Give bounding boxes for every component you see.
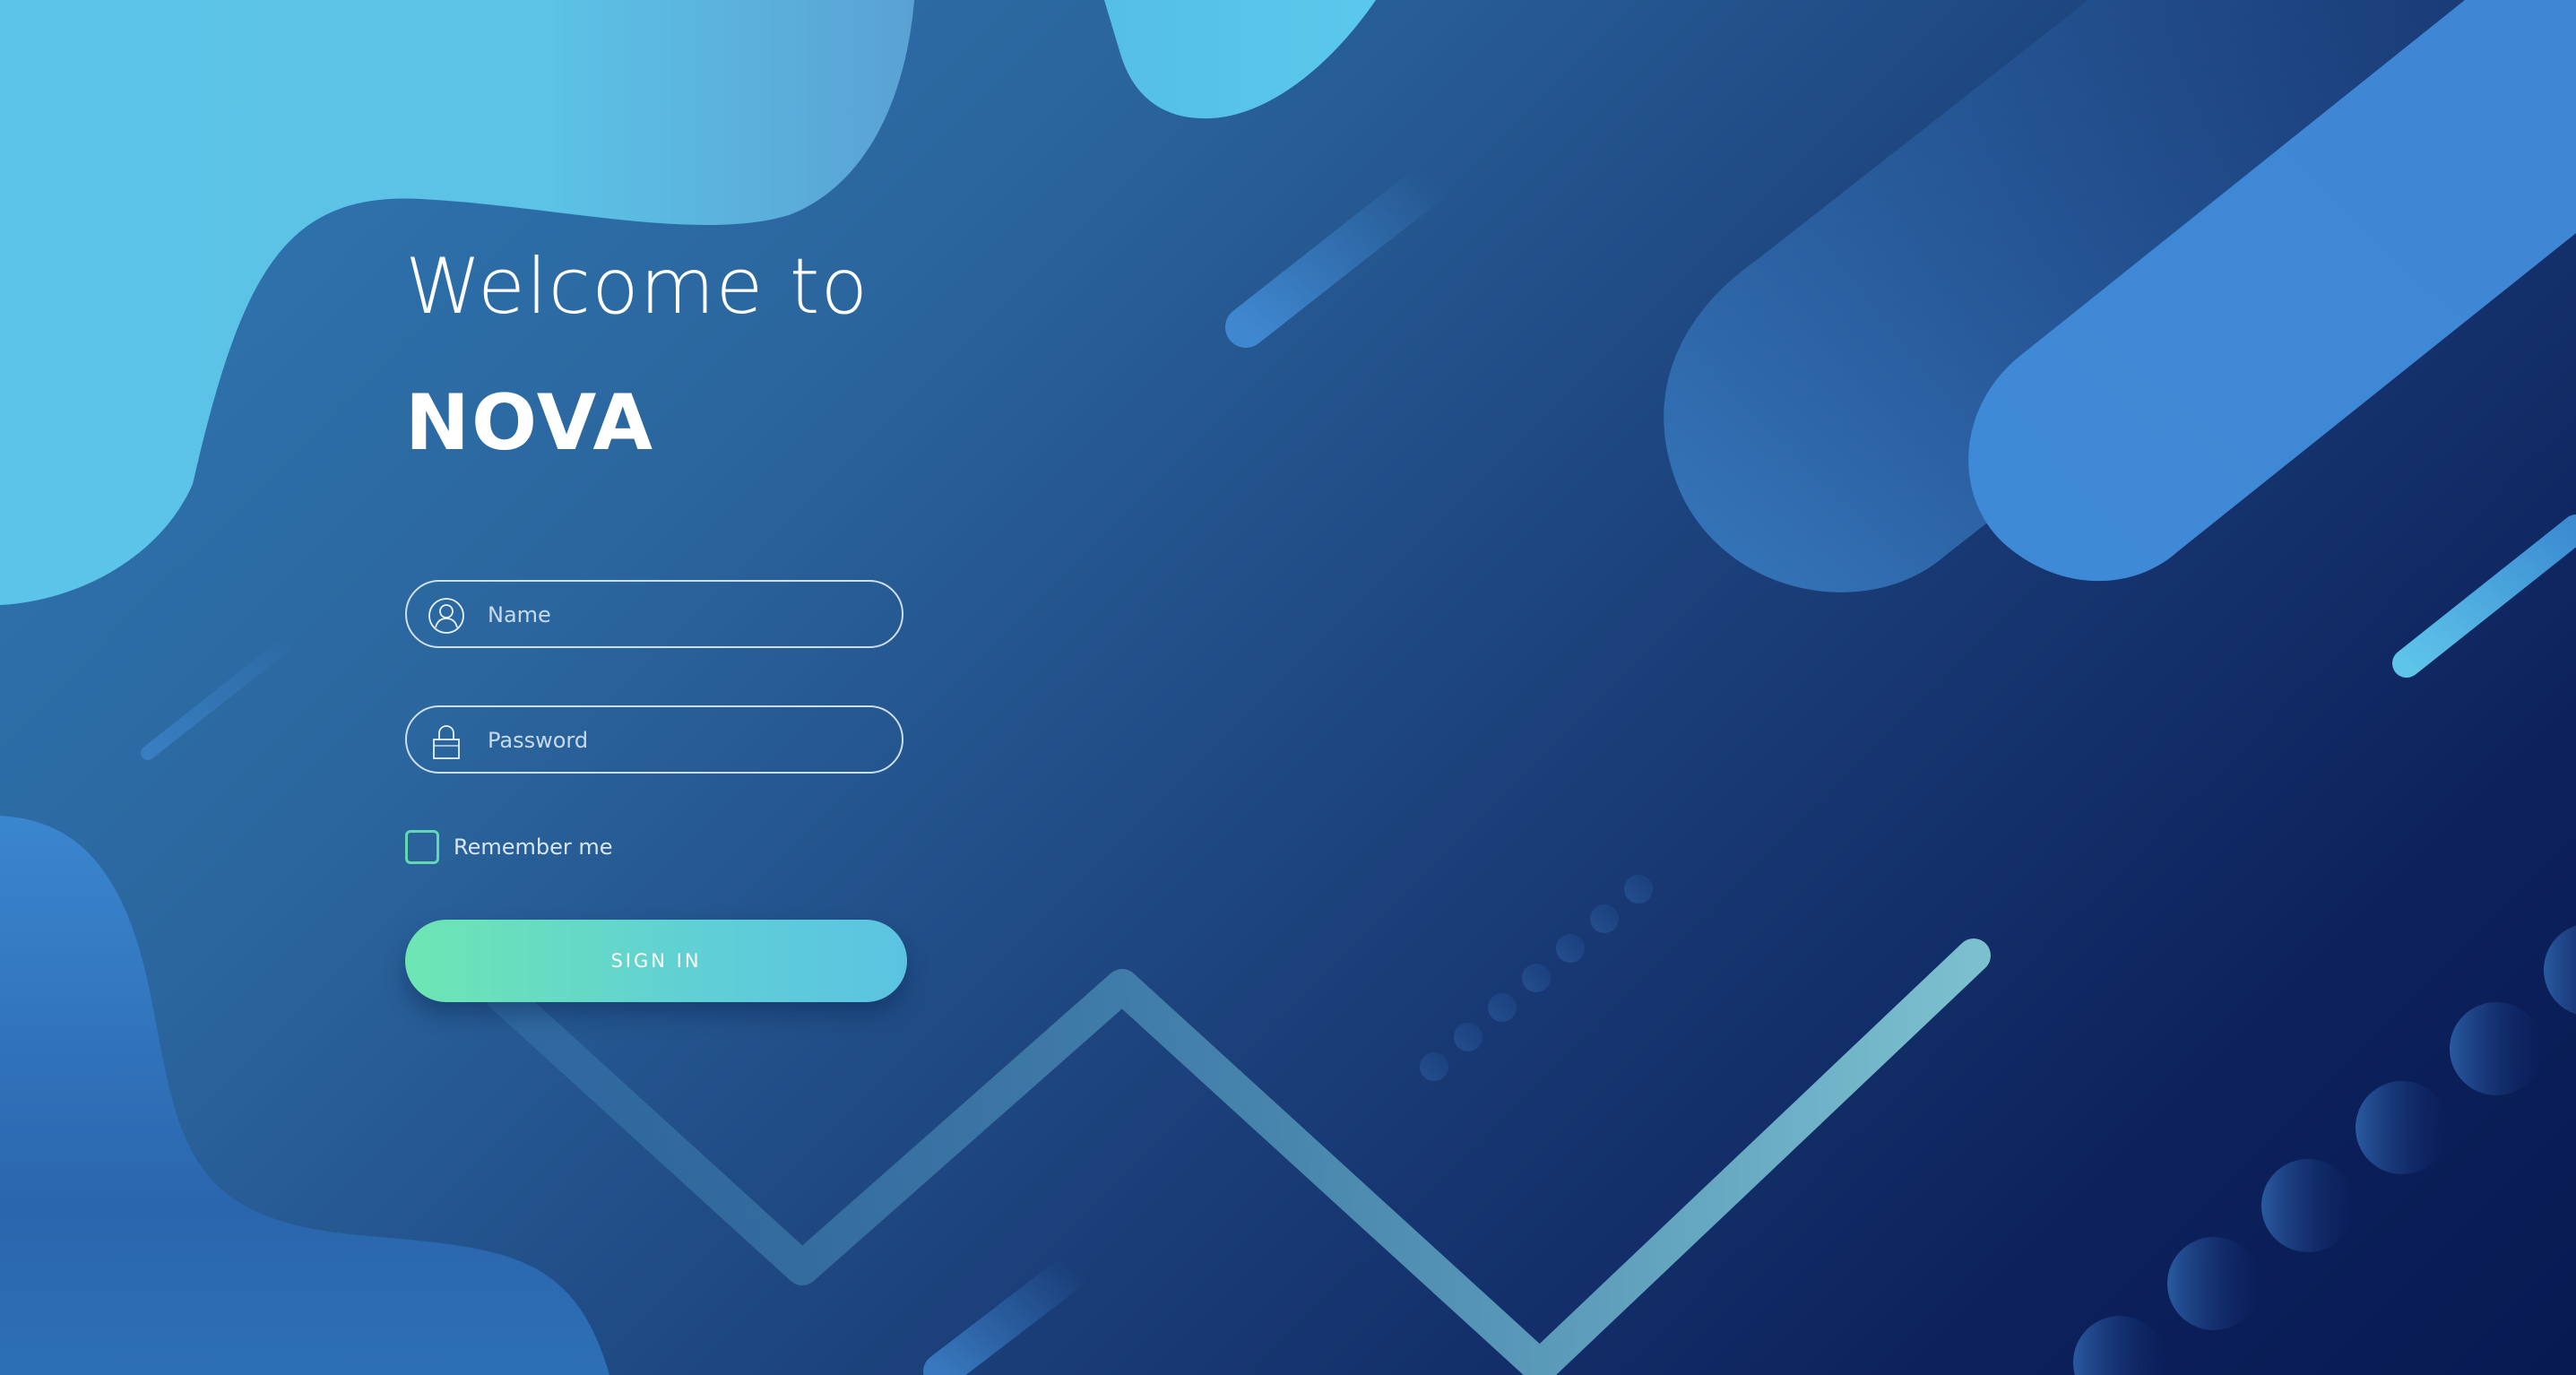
name-input[interactable] <box>486 594 884 636</box>
stick-right <box>2392 515 2576 678</box>
remember-me-checkbox[interactable] <box>405 830 439 864</box>
name-field[interactable] <box>405 580 903 648</box>
sign-in-button[interactable]: SIGN IN <box>405 920 907 1002</box>
blob-bottom-left <box>0 816 609 1375</box>
welcome-heading: Welcome to <box>405 242 869 332</box>
password-input[interactable] <box>486 720 884 761</box>
password-field[interactable] <box>405 705 903 774</box>
dots-small <box>1420 875 1653 1081</box>
stick-bottom <box>923 1250 1094 1375</box>
blob-top-center <box>1104 0 1376 119</box>
dots-large <box>2073 925 2576 1375</box>
lock-icon <box>433 725 460 759</box>
stick-left <box>141 629 303 760</box>
stick-top <box>1225 159 1455 348</box>
remember-me[interactable]: Remember me <box>405 826 613 868</box>
brand-title: NOVA <box>405 378 655 468</box>
remember-me-label[interactable]: Remember me <box>454 835 613 860</box>
user-icon <box>428 598 464 634</box>
background-decoration <box>0 0 2576 1375</box>
zigzag-line <box>485 938 1991 1375</box>
